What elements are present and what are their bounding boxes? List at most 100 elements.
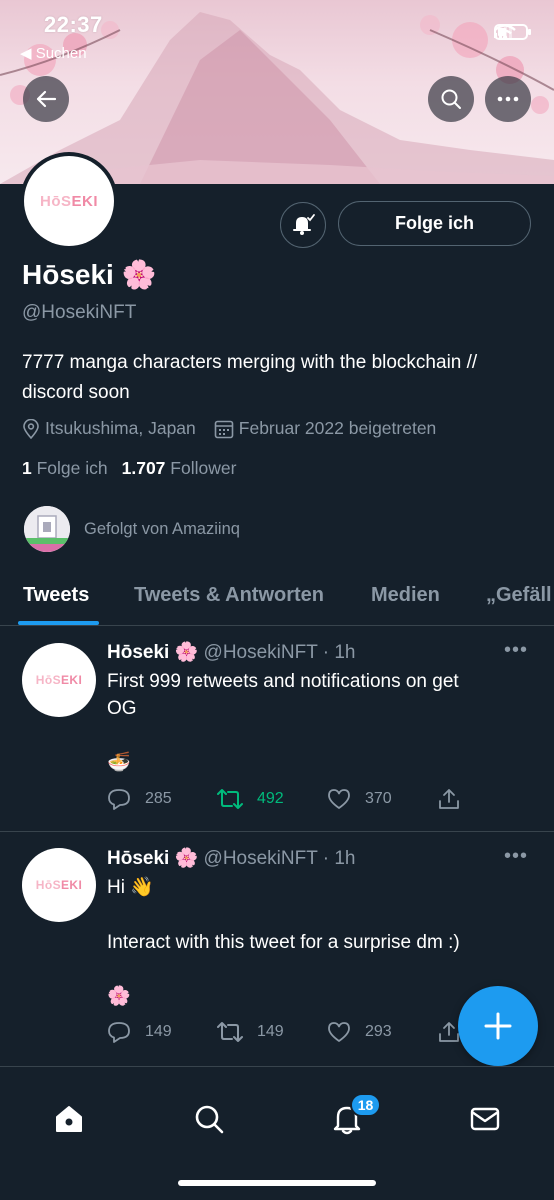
compose-plus-icon [484,1012,512,1040]
profile-stats: 1 Folge ich 1.707 Follower [22,458,236,479]
avatar-logo-text-bold: EKI [71,192,98,210]
profile-tabs: Tweets Tweets & Antworten Medien „Gefäll [0,574,554,626]
tweet-avatar-text-bold: EKI [60,673,83,687]
notifications-toggle-button[interactable] [280,202,326,248]
tweet-text-line: First 999 retweets and notifications on … [107,671,459,692]
tweet-text-line: Hi 👋 [107,877,154,898]
like-count: 293 [365,1023,392,1040]
tweet-author-handle: @HosekiNFT · 1h [203,642,356,663]
search-button[interactable] [428,76,474,122]
search-icon [195,1105,224,1134]
tab-likes[interactable]: „Gefäll [486,584,552,607]
reply-count: 149 [145,1023,172,1040]
profile-meta: Itsukushima, Japan Februar 2022 beigetre… [22,418,454,439]
tweet-avatar-text-light: HōS [35,673,61,687]
retweet-button[interactable]: 492 [217,788,327,810]
location-icon [23,418,39,439]
tweet-more-icon[interactable]: ••• [504,845,528,868]
followers-count: 1.707 [121,458,166,478]
status-icons [494,24,531,40]
reply-icon [108,789,130,810]
tweet-header: Hōseki 🌸 @HosekiNFT · 1h [107,640,356,664]
like-button[interactable]: 370 [327,788,437,810]
reply-icon [108,1022,130,1043]
following-count: 1 [22,458,32,478]
following-link[interactable]: 1 Folge ich [22,458,108,479]
profile-joined: Februar 2022 beigetreten [214,418,437,439]
tweet-spacer [107,901,527,929]
like-icon [328,1022,350,1042]
reply-button[interactable]: 149 [107,1021,217,1043]
retweet-icon [217,789,243,809]
status-back-link[interactable]: ◀ Suchen [20,44,87,62]
search-icon [441,89,461,109]
tweet-more-icon[interactable]: ••• [504,639,528,662]
profile-avatar[interactable]: HōS EKI [20,152,118,250]
status-time: 22:37 [44,12,103,37]
share-icon [439,789,459,809]
back-button[interactable] [23,76,69,122]
profile-bio: 7777 manga characters merging with the b… [22,352,478,403]
tweet-text: Hi 👋 Interact with this tweet for a surp… [107,874,527,1010]
tab-tweets-and-replies[interactable]: Tweets & Antworten [134,584,324,607]
share-button[interactable] [437,788,547,810]
tweet-avatar-text-bold: EKI [60,878,83,892]
back-arrow-icon [36,90,57,108]
tab-tweets[interactable]: Tweets [23,584,89,607]
retweet-button[interactable]: 149 [217,1021,327,1043]
active-tab-indicator [18,621,99,625]
retweet-count: 492 [257,790,284,807]
more-icon [497,96,519,102]
like-count: 370 [365,790,392,807]
avatar-logo-text-light: HōS [39,192,72,210]
tweet-author-name: Hōseki 🌸 [107,848,199,869]
profile-name: Hōseki 🌸 [22,259,157,290]
tweet-avatar-text-light: HōS [35,878,61,892]
like-icon [328,789,350,809]
followers-link[interactable]: 1.707 Follower [122,458,237,479]
followed-by[interactable]: Gefolgt von Amaziinq [24,506,240,552]
tweet-author-handle: @HosekiNFT · 1h [203,848,356,869]
tweet-avatar[interactable]: HōS EKI [22,643,96,717]
tweet-header: Hōseki 🌸 @HosekiNFT · 1h [107,846,356,870]
avatar-logo: HōS EKI [24,156,114,246]
calendar-icon [214,420,234,438]
joined-text: Februar 2022 beigetreten [238,418,437,438]
more-options-button[interactable] [485,76,531,122]
messages-icon [470,1107,500,1131]
follower-avatar [24,506,70,552]
tweet-actions: 285 492 370 [107,788,547,810]
tab-media[interactable]: Medien [371,584,440,607]
home-icon [56,1106,82,1132]
reply-button[interactable]: 285 [107,788,217,810]
tweet-text-line: Interact with this tweet for a surprise … [107,932,460,953]
followed-by-text: Gefolgt von Amaziinq [84,519,240,538]
compose-tweet-button[interactable] [458,986,538,1066]
location-text: Itsukushima, Japan [45,418,196,438]
tweet-author-name: Hōseki 🌸 [107,642,199,663]
tweet-text-line: OG [107,698,137,719]
retweet-count: 149 [257,1023,284,1040]
tweet-text: First 999 retweets and notifications on … [107,668,527,776]
tweet-avatar[interactable]: HōS EKI [22,848,96,922]
reply-count: 285 [145,790,172,807]
tweet[interactable]: HōS EKI Hōseki 🌸 @HosekiNFT · 1h ••• Firs… [0,627,554,832]
battery-icon [494,24,531,40]
tweet-spacer [107,722,527,749]
tweet-spacer [107,956,527,983]
retweet-icon [217,1022,243,1042]
following-label: Folge ich [36,458,108,478]
follower-avatar-image [24,506,70,552]
notifications-badge: 18 [350,1093,381,1117]
followers-label: Follower [170,458,237,478]
tweet-emoji: 🍜 [107,752,131,773]
nav-home[interactable] [49,1099,89,1139]
following-button[interactable]: Folge ich [338,201,531,246]
nav-search[interactable] [189,1099,229,1139]
nav-messages[interactable] [465,1099,505,1139]
profile-location: Itsukushima, Japan [22,418,196,439]
home-indicator [178,1180,376,1186]
profile-handle: @HosekiNFT [22,302,137,323]
bell-plus-icon [293,214,315,235]
like-button[interactable]: 293 [327,1021,437,1043]
